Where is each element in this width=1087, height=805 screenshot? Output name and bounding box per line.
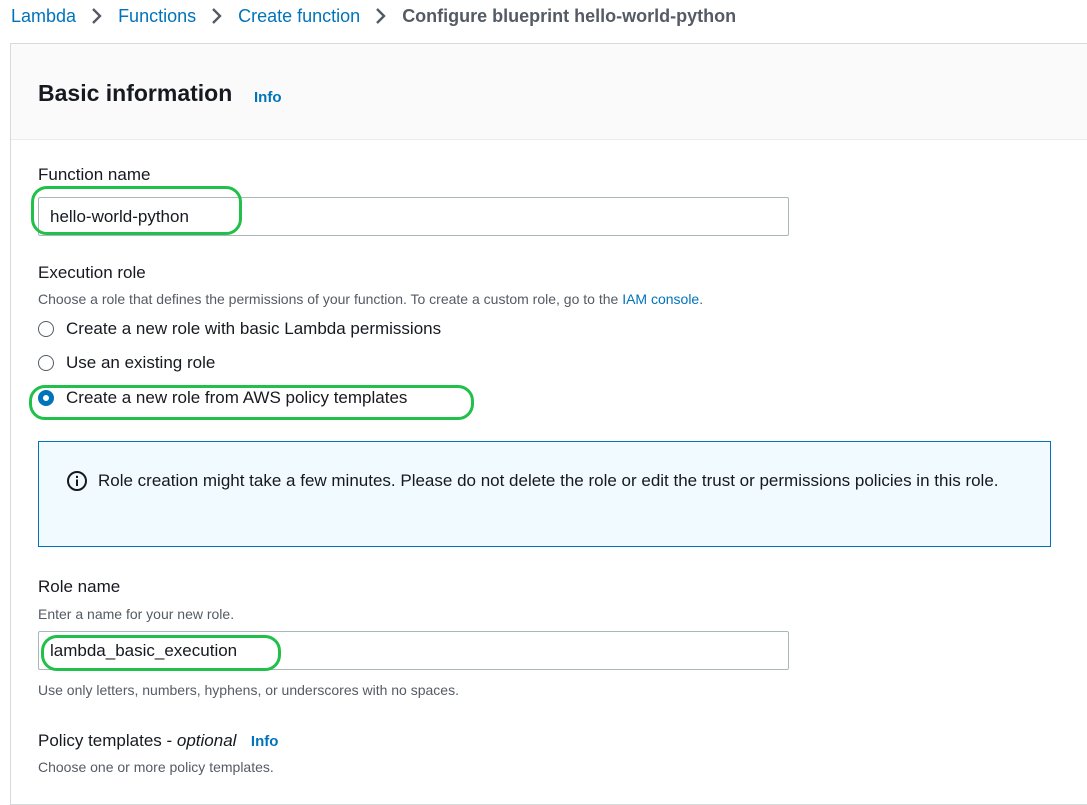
radio-button-selected[interactable] [38,390,54,406]
execution-role-label: Execution role [38,263,146,282]
function-name-input[interactable] [39,198,788,235]
basic-information-info-link[interactable]: Info [254,89,282,106]
policy-templates-optional: optional [176,731,237,750]
breadcrumb: Lambda Functions Create function Configu… [11,4,736,28]
role-name-constraint: Use only letters, numbers, hyphens, or u… [38,682,459,698]
radio-label: Use an existing role [66,353,216,372]
alert-message: Role creation might take a few minutes. … [98,471,999,490]
radio-label: Create a new role from AWS policy templa… [66,388,408,407]
breadcrumb-lambda-link[interactable]: Lambda [11,6,76,27]
function-name-field-wrapper [38,197,789,236]
panel-title: Basic information [38,80,233,106]
execution-role-description-end: . [699,291,704,307]
breadcrumb-current: Configure blueprint hello-world-python [402,5,737,26]
radio-option-basic-lambda-permissions[interactable]: Create a new role with basic Lambda perm… [38,316,441,342]
execution-role-description-text: Choose a role that defines the permissio… [38,291,623,307]
role-creation-info-alert: Role creation might take a few minutes. … [38,441,1051,547]
radio-option-aws-policy-templates[interactable]: Create a new role from AWS policy templa… [38,385,407,411]
role-name-description: Enter a name for your new role. [38,606,235,622]
role-name-field-wrapper [38,631,789,670]
radio-option-existing-role[interactable]: Use an existing role [38,350,215,376]
chevron-right-icon [76,8,118,24]
policy-templates-info-link[interactable]: Info [251,733,279,750]
policy-templates-heading: Policy templates - optional Info [38,731,278,751]
policy-templates-description: Choose one or more policy templates. [38,759,274,775]
chevron-right-icon [196,8,238,24]
iam-console-link[interactable]: IAM console [622,291,699,307]
breadcrumb-create-function-link[interactable]: Create function [238,6,360,27]
role-name-label: Role name [38,577,121,596]
role-name-input[interactable] [39,632,788,669]
execution-role-description: Choose a role that defines the permissio… [38,291,703,307]
chevron-right-icon [360,8,402,24]
radio-button[interactable] [38,355,54,371]
policy-templates-label: Policy templates - [38,731,177,750]
breadcrumb-functions-link[interactable]: Functions [118,6,196,27]
radio-label: Create a new role with basic Lambda perm… [66,319,442,338]
radio-button[interactable] [38,321,54,337]
basic-information-panel: Basic information Info Function name Exe… [10,43,1087,805]
function-name-label: Function name [38,165,151,184]
info-circle-icon [66,470,88,497]
panel-header: Basic information Info [11,44,1087,140]
